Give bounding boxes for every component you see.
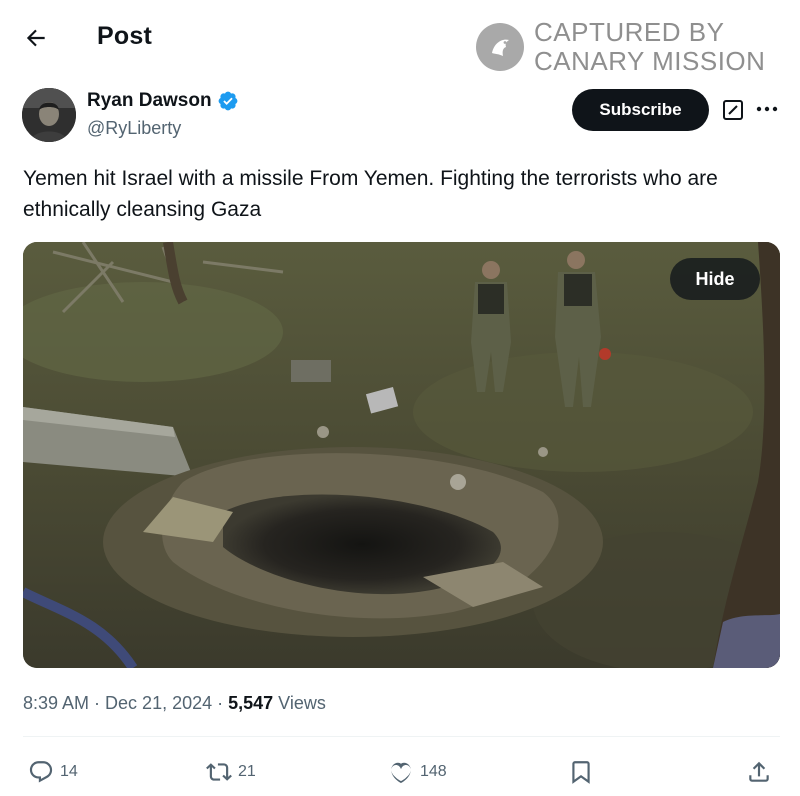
back-button[interactable] [18,20,54,56]
canary-logo [476,23,524,71]
post-image[interactable]: Hide [23,242,780,668]
subscribe-button[interactable]: Subscribe [572,89,709,131]
bookmark-icon [572,761,590,784]
page-title: Post [97,22,152,50]
divider [23,736,780,737]
grok-icon [723,100,743,120]
like-count: 148 [420,763,447,780]
repost-count: 21 [238,763,256,780]
more-options-button[interactable] [752,96,782,122]
post-meta: 8:39 AM · Dec 21, 2024 · 5,547 Views [23,693,326,714]
meta-separator: · [89,693,106,713]
hide-media-button[interactable]: Hide [670,258,760,300]
watermark-line-2: CANARY MISSION [534,46,766,76]
reply-icon [29,761,53,783]
verified-badge-icon [218,91,237,111]
author-handle[interactable]: @RyLiberty [87,118,181,139]
repost-icon [206,763,232,781]
views-count: 5,547 [228,693,274,713]
reply-button[interactable]: 14 [28,752,78,792]
avatar[interactable] [22,88,76,142]
repost-button[interactable]: 21 [206,752,256,792]
post-time[interactable]: 8:39 AM [23,693,89,713]
reply-count: 14 [60,763,78,780]
arrow-left-icon [26,29,45,47]
share-button[interactable] [746,752,772,792]
watermark-line-1: CAPTURED BY [534,17,725,47]
post-date[interactable]: Dec 21, 2024 [105,693,212,713]
meta-separator-2: · [212,693,229,713]
views-label: Views [273,693,326,713]
post-text: Yemen hit Israel with a missile From Yem… [23,167,718,221]
watermark: CAPTURED BY CANARY MISSION [476,18,786,78]
crater-photo [23,242,780,668]
bookmark-button[interactable] [568,752,594,792]
heart-icon [391,762,411,784]
action-bar: 14 21 148 [0,752,800,792]
author-name[interactable]: Ryan Dawson [87,90,212,112]
grok-button[interactable] [721,98,745,122]
watermark-text: CAPTURED BY CANARY MISSION [534,18,765,76]
author-name-row[interactable]: Ryan Dawson [87,90,239,112]
share-icon [749,761,769,782]
more-icon [756,106,778,112]
like-button[interactable]: 148 [388,752,447,792]
